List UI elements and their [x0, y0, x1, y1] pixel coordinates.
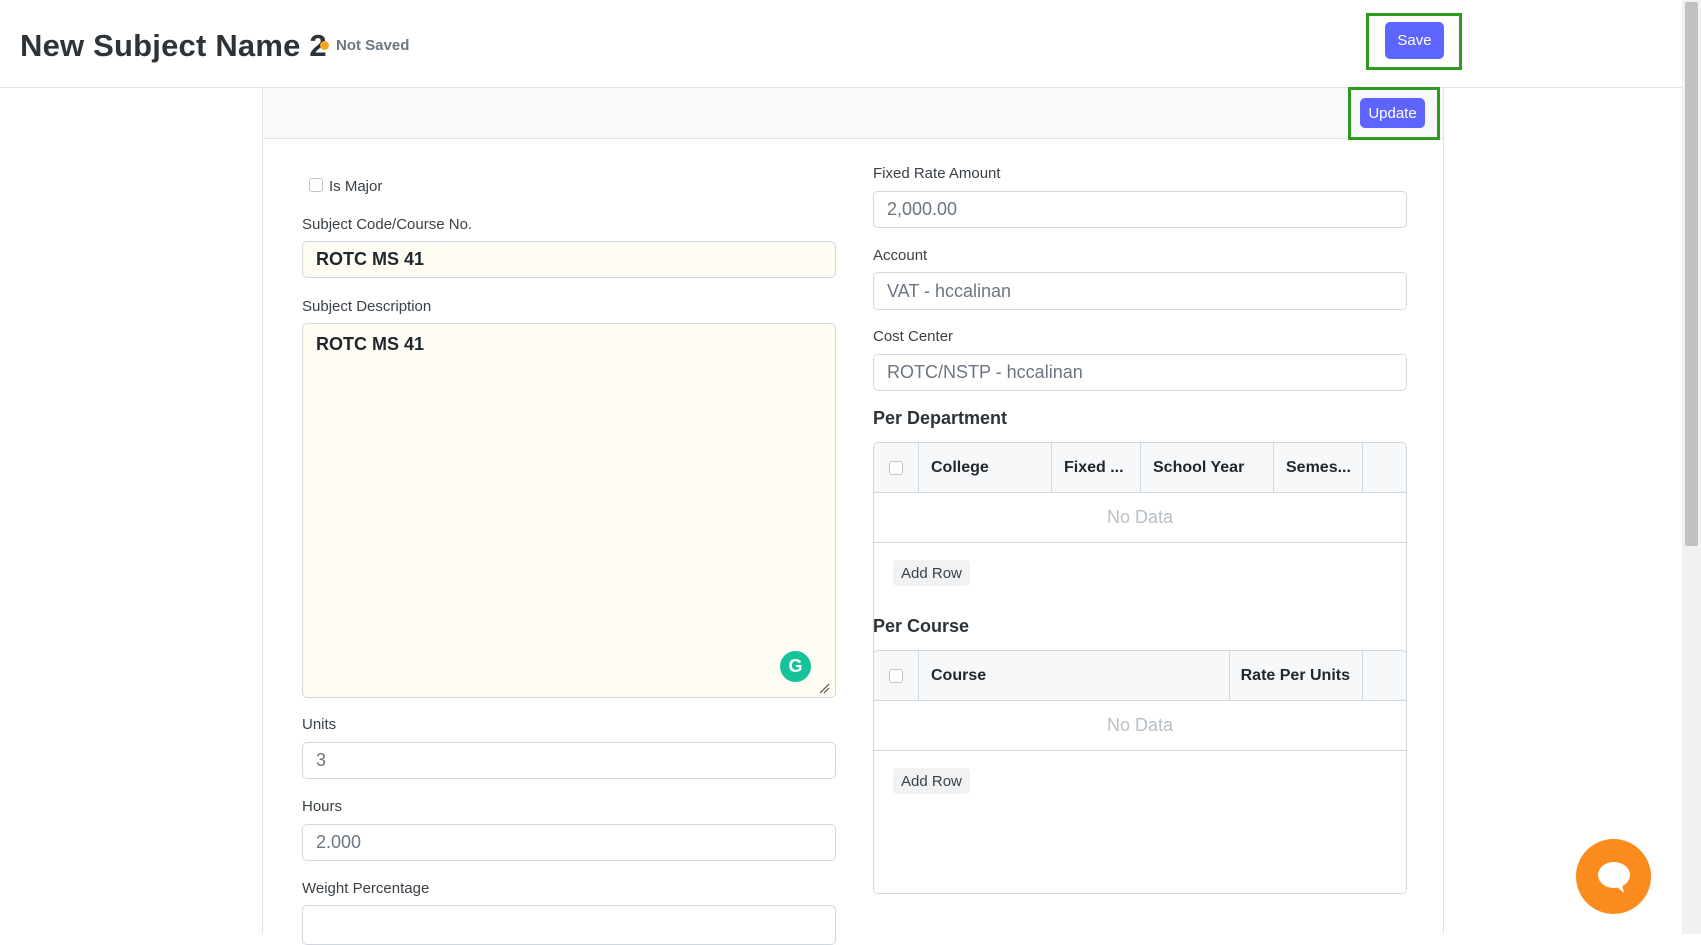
per-department-col-college[interactable]: College — [919, 443, 1052, 493]
grammarly-icon[interactable]: G — [780, 651, 811, 682]
per-department-select-all — [874, 443, 919, 493]
subject-description-value: ROTC MS 41 — [316, 334, 425, 354]
fixed-rate-amount-label: Fixed Rate Amount — [873, 165, 1001, 182]
units-label: Units — [302, 716, 337, 733]
per-department-header: College Fixed ... School Year Semes... — [874, 443, 1406, 493]
per-course-no-data: No Data — [874, 701, 1406, 751]
subject-description-label: Subject Description — [302, 298, 432, 315]
per-course-grid: Course Rate Per Units No Data Add Row — [873, 650, 1407, 894]
subject-code-value: ROTC MS 41 — [316, 249, 425, 269]
form-card: Is Major Subject Code/Course No. ROTC MS… — [262, 88, 1444, 945]
account-input[interactable]: VAT - hccalinan — [873, 272, 1407, 310]
weight-percentage-input[interactable] — [302, 905, 836, 945]
page-title: New Subject Name 2 — [20, 28, 327, 63]
per-department-select-all-checkbox[interactable] — [889, 461, 903, 475]
per-course-header: Course Rate Per Units — [874, 651, 1406, 701]
per-department-col-semester[interactable]: Semes... — [1274, 443, 1363, 493]
per-course-add-row-button[interactable]: Add Row — [893, 768, 970, 794]
units-value: 3 — [316, 750, 327, 770]
card-header — [263, 88, 1443, 139]
subject-code-label: Subject Code/Course No. — [302, 216, 473, 233]
save-button[interactable]: Save — [1385, 22, 1444, 59]
status-dot-icon — [320, 41, 329, 50]
save-status: Not Saved — [320, 37, 409, 54]
account-value: VAT - hccalinan — [887, 280, 1012, 301]
per-course-title: Per Course — [873, 616, 970, 636]
update-button[interactable]: Update — [1360, 98, 1425, 128]
per-course-select-all-checkbox[interactable] — [889, 669, 903, 683]
account-label: Account — [873, 247, 928, 264]
per-department-title: Per Department — [873, 408, 1008, 428]
is-major-label: Is Major — [329, 178, 383, 195]
chat-icon — [1597, 861, 1630, 893]
resize-grip-icon[interactable] — [819, 683, 830, 694]
per-course-col-rate-per-units[interactable]: Rate Per Units — [1230, 651, 1363, 701]
per-department-add-row-button[interactable]: Add Row — [893, 560, 970, 586]
subject-description-textarea[interactable]: ROTC MS 41 — [302, 323, 836, 698]
subject-code-input[interactable]: ROTC MS 41 — [302, 241, 836, 278]
fixed-rate-amount-value: 2,000.00 — [887, 199, 958, 219]
page-scrollbar[interactable] — [1682, 0, 1701, 934]
cost-center-input[interactable]: ROTC/NSTP - hccalinan — [873, 354, 1407, 391]
per-department-col-fixed-rate[interactable]: Fixed ... — [1052, 443, 1141, 493]
cost-center-value: ROTC/NSTP - hccalinan — [887, 362, 1083, 382]
per-course-select-all — [874, 651, 919, 701]
chat-button[interactable] — [1576, 839, 1651, 914]
status-text: Not Saved — [336, 37, 410, 54]
cost-center-label: Cost Center — [873, 328, 954, 345]
per-department-no-data: No Data — [874, 493, 1406, 543]
is-major-checkbox[interactable] — [309, 178, 323, 192]
hours-value: 2.000 — [316, 832, 362, 852]
per-course-col-course[interactable]: Course — [919, 651, 1230, 701]
weight-percentage-label: Weight Percentage — [302, 880, 430, 897]
hours-label: Hours — [302, 798, 343, 815]
per-department-col-school-year[interactable]: School Year — [1141, 443, 1274, 493]
fixed-rate-amount-input[interactable]: 2,000.00 — [873, 191, 1407, 228]
units-input[interactable]: 3 — [302, 742, 836, 779]
hours-input[interactable]: 2.000 — [302, 824, 836, 861]
scrollbar-thumb[interactable] — [1685, 2, 1698, 546]
